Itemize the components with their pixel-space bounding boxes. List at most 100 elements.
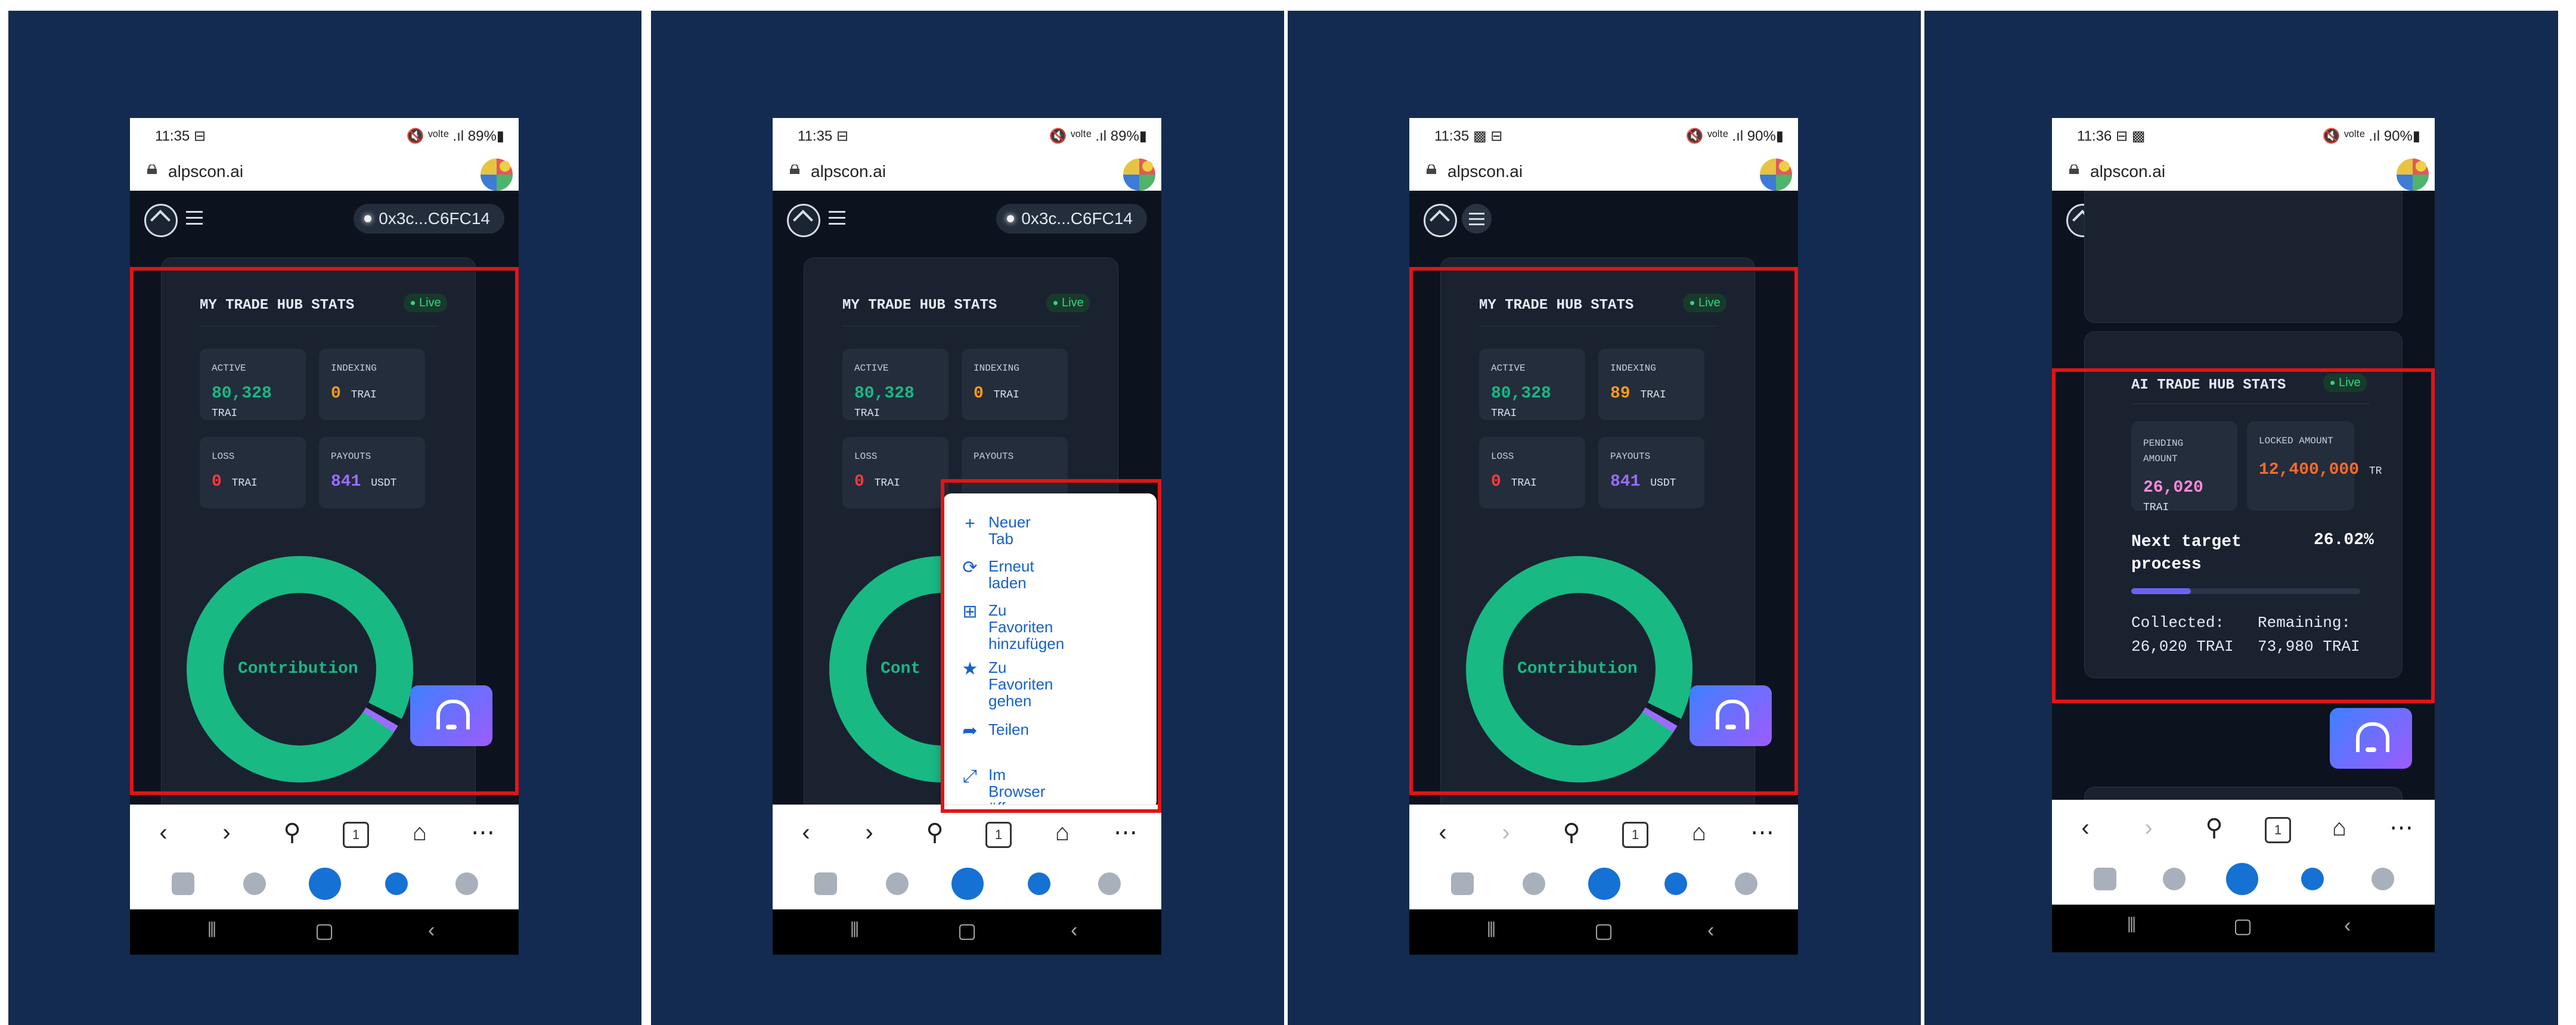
home-button-icon[interactable]: ▢ xyxy=(957,919,977,943)
back-arrow-icon[interactable]: ‹ xyxy=(791,817,822,848)
url-text[interactable]: alpscon.ai xyxy=(1447,162,1523,181)
home-icon[interactable]: ⌂ xyxy=(2324,812,2355,843)
swap-icon[interactable] xyxy=(2226,863,2258,895)
wallet-icon[interactable] xyxy=(2094,868,2116,890)
wallet-address-button[interactable]: 0x3c...C6FC14 xyxy=(354,204,504,234)
search-icon[interactable]: ⚲ xyxy=(277,817,308,848)
compass-icon[interactable] xyxy=(1028,872,1050,895)
app-logo-icon[interactable] xyxy=(144,204,178,237)
screenshot-panel-2: 11:35 ⊟ 🔇 ᵛᵒˡᵗᵉ .ıl 89%▮ alpscon.ai 0x3c… xyxy=(651,11,1284,1025)
red-highlight-box xyxy=(1409,267,1798,795)
home-icon[interactable]: ⌂ xyxy=(1684,817,1715,848)
gear-icon[interactable] xyxy=(455,872,478,895)
more-icon[interactable]: ⋯ xyxy=(1747,817,1778,848)
forward-arrow-icon[interactable]: › xyxy=(1490,817,1521,848)
clock-icon[interactable] xyxy=(1523,872,1545,895)
url-text[interactable]: alpscon.ai xyxy=(168,162,243,181)
status-time: 11:35 ⊟ xyxy=(798,128,849,144)
clock-icon[interactable] xyxy=(886,872,909,895)
home-icon[interactable]: ⌂ xyxy=(1047,817,1078,848)
profile-avatar[interactable] xyxy=(2395,157,2430,192)
lock-icon xyxy=(1427,164,1436,174)
android-nav-bar: ⦀ ▢ ‹ xyxy=(130,909,519,955)
status-icons: 🔇 ᵛᵒˡᵗᵉ .ıl 89%▮ xyxy=(406,128,504,144)
app-header: 0x3c...C6FC14 xyxy=(773,191,1161,248)
phone-screen: 11:35 ⊟ 🔇 ᵛᵒˡᵗᵉ .ıl 89%▮ alpscon.ai 0x3c… xyxy=(773,118,1161,955)
back-button-icon[interactable]: ‹ xyxy=(428,919,435,942)
compass-icon[interactable] xyxy=(385,872,408,895)
tab-count-button[interactable]: 1 xyxy=(985,822,1012,848)
app-logo-icon[interactable] xyxy=(787,204,820,237)
recent-apps-icon[interactable]: ⦀ xyxy=(1487,919,1496,942)
gear-icon[interactable] xyxy=(1098,872,1121,895)
back-arrow-icon[interactable]: ‹ xyxy=(1427,817,1458,848)
forward-arrow-icon[interactable]: › xyxy=(211,817,242,848)
recent-apps-icon[interactable]: ⦀ xyxy=(207,919,216,942)
wallet-icon[interactable] xyxy=(172,872,194,895)
support-headset-button[interactable] xyxy=(2330,708,2412,769)
profile-avatar[interactable] xyxy=(1759,157,1793,192)
hamburger-menu-icon[interactable] xyxy=(1462,204,1492,234)
forward-arrow-icon[interactable]: › xyxy=(854,817,885,848)
gear-icon[interactable] xyxy=(1735,872,1757,895)
wallet-status-dot xyxy=(364,215,372,222)
search-icon[interactable]: ⚲ xyxy=(919,817,950,848)
clock-icon[interactable] xyxy=(243,872,266,895)
android-nav-bar: ⦀ ▢ ‹ xyxy=(773,909,1161,955)
hamburger-menu-icon[interactable] xyxy=(829,211,845,225)
status-time: 11:35 ▩ ⊟ xyxy=(1434,128,1503,144)
notification-dot xyxy=(500,161,510,172)
app-logo-icon[interactable] xyxy=(1424,204,1457,237)
active-stat-tile: ACTIVE 80,328 TRAI xyxy=(842,349,948,420)
divider xyxy=(842,326,1081,327)
more-icon[interactable]: ⋯ xyxy=(467,817,498,848)
swap-icon[interactable] xyxy=(309,868,341,900)
tab-count-button[interactable]: 1 xyxy=(1622,822,1648,848)
more-icon[interactable]: ⋯ xyxy=(2386,812,2417,843)
search-icon[interactable]: ⚲ xyxy=(2199,812,2230,843)
clock-icon[interactable] xyxy=(2163,868,2186,890)
home-button-icon[interactable]: ▢ xyxy=(315,919,334,943)
wallet-icon[interactable] xyxy=(1451,872,1474,895)
stat-value: 0 TRAI xyxy=(974,384,1019,403)
wallet-address-button[interactable]: 0x3c...C6FC14 xyxy=(996,204,1147,234)
swap-icon[interactable] xyxy=(951,868,984,900)
profile-avatar[interactable] xyxy=(479,157,514,192)
wallet-dock xyxy=(1409,862,1798,909)
status-icons: 🔇 ᵛᵒˡᵗᵉ .ıl 89%▮ xyxy=(1049,128,1147,144)
stat-value: 0 TRAI xyxy=(854,473,900,491)
back-arrow-icon[interactable]: ‹ xyxy=(2070,812,2101,843)
back-button-icon[interactable]: ‹ xyxy=(2344,914,2351,937)
more-icon[interactable]: ⋯ xyxy=(1110,817,1141,848)
browser-url-bar[interactable]: alpscon.ai xyxy=(1409,153,1798,192)
browser-url-bar[interactable]: alpscon.ai xyxy=(773,153,1161,192)
compass-icon[interactable] xyxy=(1664,872,1687,895)
search-icon[interactable]: ⚲ xyxy=(1556,817,1587,848)
forward-arrow-icon[interactable]: › xyxy=(2133,812,2164,843)
browser-url-bar[interactable]: alpscon.ai xyxy=(2052,153,2435,192)
back-arrow-icon[interactable]: ‹ xyxy=(148,817,179,848)
phone-screen: 11:35 ▩ ⊟ 🔇 ᵛᵒˡᵗᵉ .ıl 90%▮ alpscon.ai MY… xyxy=(1409,118,1798,955)
back-button-icon[interactable]: ‹ xyxy=(1071,919,1077,942)
notification-dot xyxy=(1142,161,1153,172)
tab-count-button[interactable]: 1 xyxy=(343,822,369,848)
url-text[interactable]: alpscon.ai xyxy=(2090,162,2165,181)
profile-avatar[interactable] xyxy=(1122,157,1157,192)
gear-icon[interactable] xyxy=(2372,868,2394,890)
indexing-stat-tile: INDEXING 0 TRAI xyxy=(962,349,1068,420)
back-button-icon[interactable]: ‹ xyxy=(1707,919,1714,942)
wallet-icon[interactable] xyxy=(814,872,837,895)
compass-icon[interactable] xyxy=(2301,868,2324,890)
tab-count-button[interactable]: 1 xyxy=(2265,817,2291,843)
home-icon[interactable]: ⌂ xyxy=(404,817,435,848)
swap-icon[interactable] xyxy=(1588,868,1620,900)
stat-value: 80,328 TRAI xyxy=(854,384,915,420)
recent-apps-icon[interactable]: ⦀ xyxy=(850,919,859,942)
browser-url-bar[interactable]: alpscon.ai xyxy=(130,153,519,192)
url-text[interactable]: alpscon.ai xyxy=(811,162,886,181)
recent-apps-icon[interactable]: ⦀ xyxy=(2127,914,2136,937)
home-button-icon[interactable]: ▢ xyxy=(1594,919,1613,943)
hamburger-menu-icon[interactable] xyxy=(186,211,203,225)
home-button-icon[interactable]: ▢ xyxy=(2233,914,2252,938)
wallet-dock xyxy=(773,862,1161,909)
